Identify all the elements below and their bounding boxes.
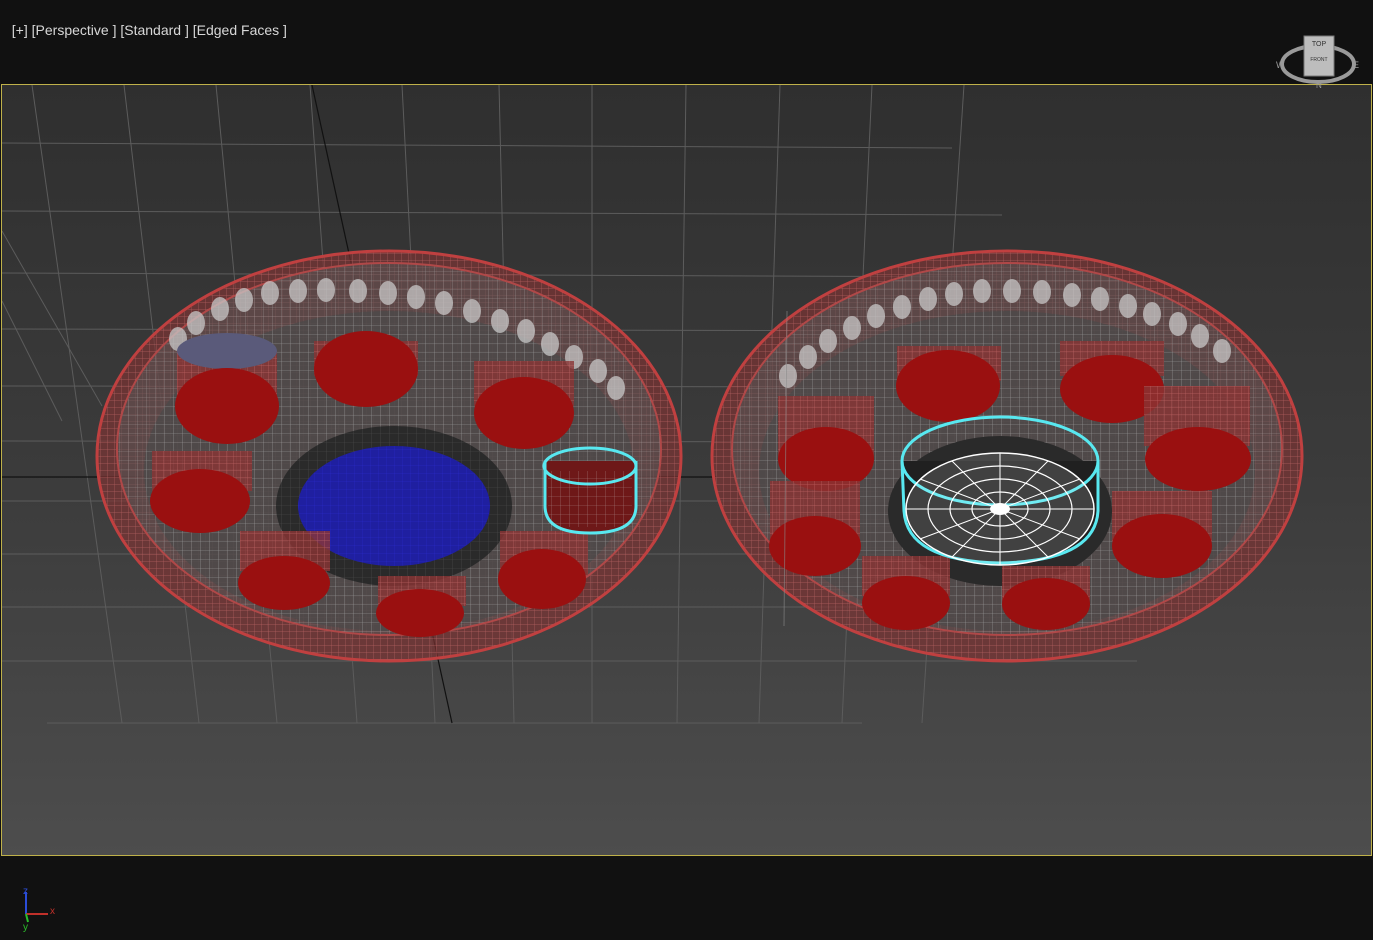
perspective-viewport[interactable] xyxy=(1,84,1372,856)
tripod-x-label: x xyxy=(50,906,55,917)
viewcube[interactable]: TOP FRONT W E N xyxy=(1272,34,1362,90)
viewport-standard-menu[interactable]: [Standard ] xyxy=(120,22,189,38)
scene-canvas[interactable] xyxy=(2,85,1371,855)
bearing-right[interactable] xyxy=(710,249,1304,663)
compass-east[interactable]: E xyxy=(1353,60,1359,70)
compass-north[interactable]: N xyxy=(1316,81,1322,90)
bearing-left[interactable] xyxy=(95,249,683,663)
viewport-plus-menu[interactable]: [+] xyxy=(12,22,28,38)
viewcube-top-label: TOP xyxy=(1312,41,1327,48)
tripod-z-label: z xyxy=(23,886,28,897)
viewport-shading-menu[interactable]: [Edged Faces ] xyxy=(193,22,287,38)
viewport-label: [+] [Perspective ] [Standard ] [Edged Fa… xyxy=(4,6,287,38)
axis-tripod: z x y xyxy=(23,886,55,933)
tripod-y-label: y xyxy=(23,922,28,933)
viewcube-front-label: FRONT xyxy=(1310,57,1327,63)
viewport-view-menu[interactable]: [Perspective ] xyxy=(32,22,117,38)
compass-west[interactable]: W xyxy=(1276,60,1285,70)
